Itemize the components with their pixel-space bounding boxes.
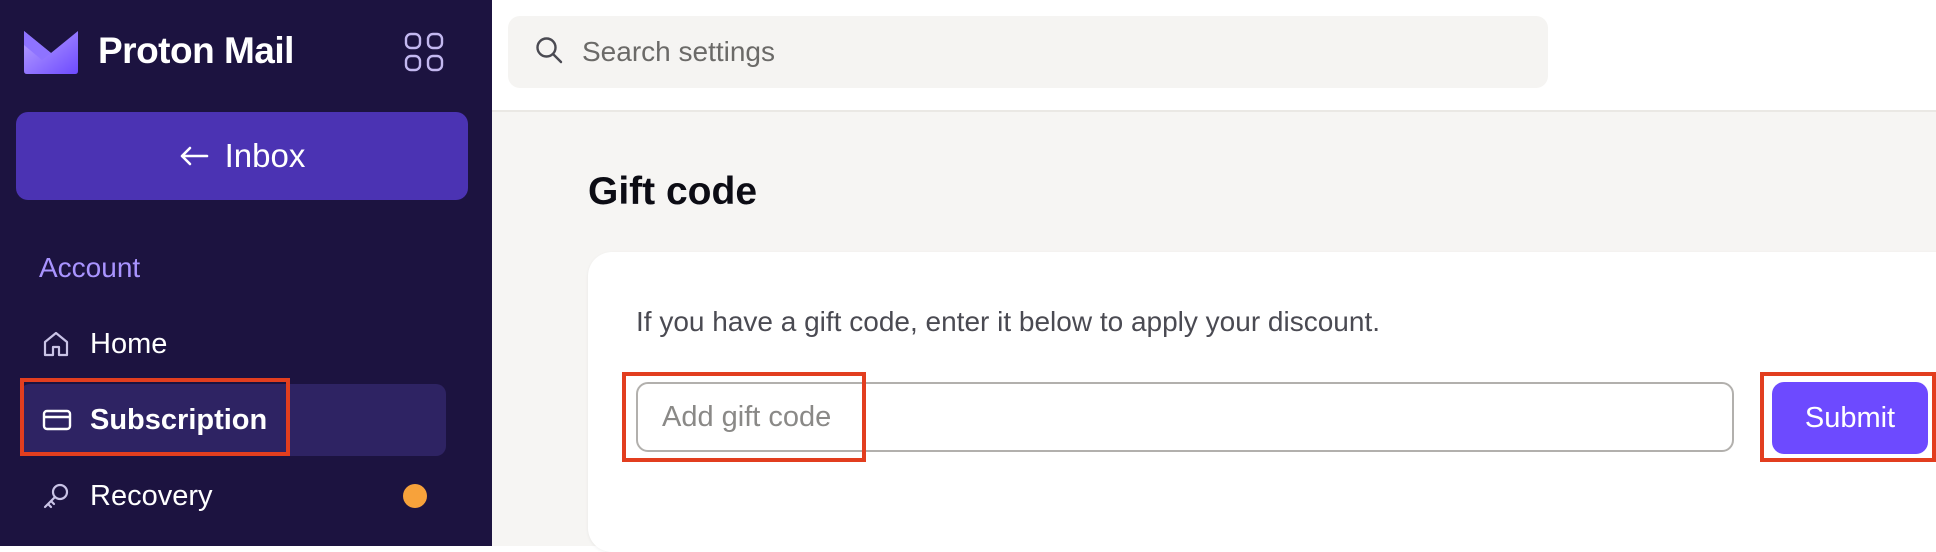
grid-apps-icon[interactable] [404, 32, 444, 77]
search-bar[interactable] [508, 16, 1548, 88]
search-icon [508, 35, 564, 70]
sidebar: Proton Mail Inbox Account Home Subscript… [0, 0, 492, 546]
section-label-account: Account [39, 252, 141, 283]
brand-name: Proton Mail [98, 30, 294, 71]
submit-button[interactable]: Submit [1772, 382, 1928, 454]
page-title: Gift code [588, 170, 758, 213]
arrow-left-icon [179, 137, 225, 175]
sidebar-item-label: Recovery [90, 479, 213, 512]
sidebar-item-home[interactable]: Home [20, 308, 446, 380]
credit-card-icon [42, 406, 72, 442]
gift-code-description: If you have a gift code, enter it below … [636, 306, 1380, 337]
key-icon [42, 482, 70, 518]
gift-code-card: If you have a gift code, enter it below … [588, 252, 1936, 552]
sidebar-item-label: Home [90, 327, 168, 360]
back-to-inbox-button[interactable]: Inbox [16, 112, 468, 200]
gift-code-input[interactable] [636, 382, 1734, 452]
proton-mail-logo-icon [22, 27, 80, 75]
sidebar-item-recovery[interactable]: Recovery [20, 460, 446, 532]
notification-dot [403, 484, 427, 508]
sidebar-item-subscription[interactable]: Subscription [20, 384, 446, 456]
brand-logo[interactable]: Proton Mail [22, 26, 294, 76]
home-icon [42, 330, 70, 366]
top-bar [492, 0, 1936, 112]
main-content: Gift code If you have a gift code, enter… [492, 112, 1936, 552]
search-input[interactable] [580, 35, 1484, 69]
inbox-button-label: Inbox [224, 137, 306, 174]
sidebar-item-label: Subscription [90, 403, 268, 436]
